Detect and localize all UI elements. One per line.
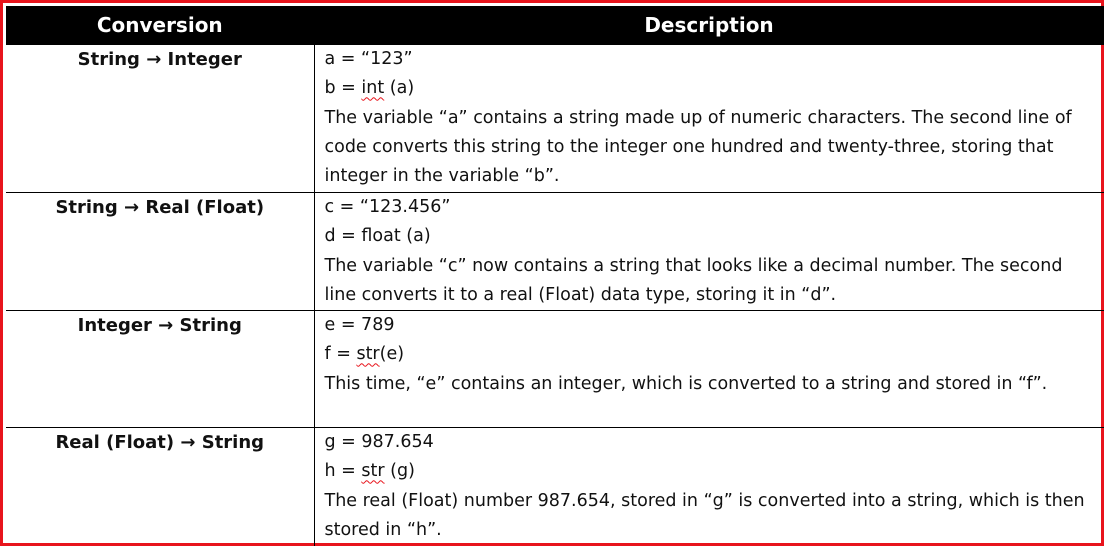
code-line: c = “123.456” — [324, 197, 451, 217]
description-cell: a = “123” b = int (a) The variable “a” c… — [313, 44, 1104, 193]
code-line: e = 789 — [324, 315, 395, 336]
conversion-table: Conversion Description String → Integer … — [6, 6, 1104, 546]
description-text: The variable “c” now contains a string t… — [324, 255, 1063, 305]
code-line: f = str(e) — [324, 344, 405, 365]
code-line: h = str (g) — [324, 461, 415, 482]
spellcheck-word: str — [361, 461, 385, 482]
description-text: This time, “e” contains an integer, whic… — [324, 373, 1048, 394]
conversion-cell: String → Real (Float) — [6, 191, 315, 312]
code-line: d = float (a) — [324, 226, 431, 247]
conversion-label: String → Real (Float) — [55, 197, 265, 218]
table-row: String → Integer a = “123” b = int (a) T… — [6, 44, 1104, 193]
description-cell: e = 789 f = str(e) This time, “e” contai… — [313, 310, 1104, 429]
table-row: Real (Float) → String g = 987.654 h = st… — [6, 427, 1104, 546]
header-row: Conversion Description — [6, 6, 1104, 45]
conversion-label: String → Integer — [77, 49, 242, 70]
conversion-label: Real (Float) → String — [55, 432, 265, 454]
spellcheck-word: str — [356, 344, 380, 365]
description-cell: c = “123.456” d = float (a) The variable… — [313, 191, 1104, 312]
conversion-cell: String → Integer — [6, 44, 315, 193]
header-description: Description — [314, 6, 1104, 45]
table-row: Integer → String e = 789 f = str(e) This… — [6, 310, 1104, 429]
description-cell: g = 987.654 h = str (g) The real (Float)… — [313, 427, 1104, 546]
table-row: String → Real (Float) c = “123.456” d = … — [6, 191, 1104, 312]
spellcheck-word: int — [361, 78, 385, 99]
description-text: The real (Float) number 987.654, stored … — [324, 490, 1085, 541]
conversion-cell: Integer → String — [6, 310, 315, 429]
conversion-cell: Real (Float) → String — [6, 427, 315, 546]
code-line: g = 987.654 — [324, 432, 434, 453]
code-line: a = “123” — [324, 49, 413, 69]
document-frame: Conversion Description String → Integer … — [0, 0, 1104, 546]
conversion-label: Integer → String — [77, 315, 242, 337]
header-conversion: Conversion — [6, 6, 315, 45]
code-line: b = int (a) — [324, 78, 415, 99]
description-text: The variable “a” contains a string made … — [324, 107, 1072, 187]
